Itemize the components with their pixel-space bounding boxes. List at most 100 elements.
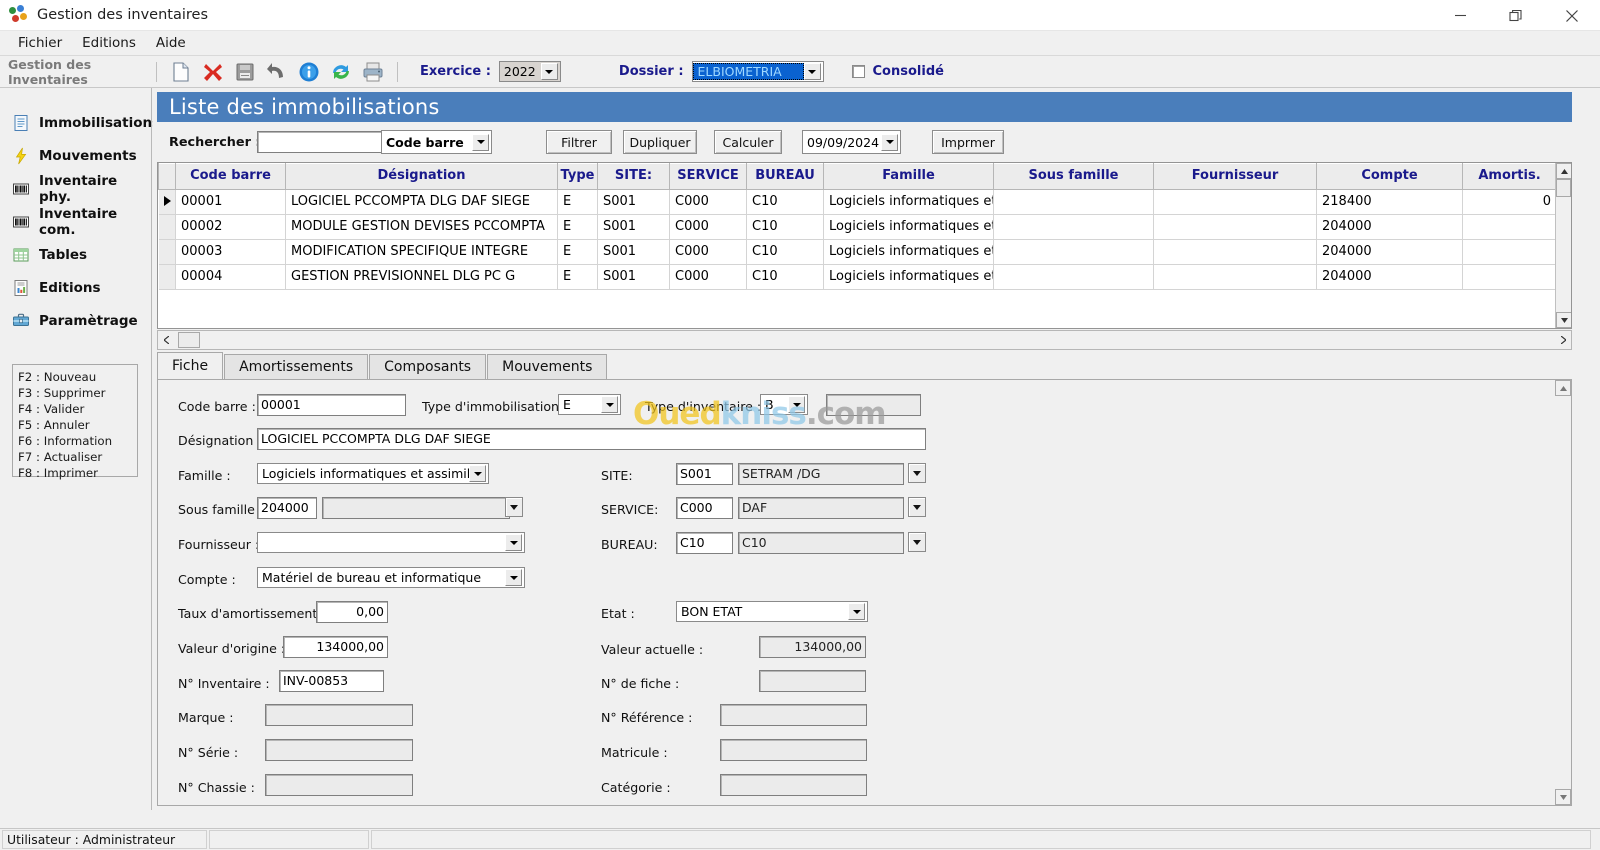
tab-amortissements[interactable]: Amortissements [224,354,369,379]
chevron-down-icon[interactable] [848,603,865,620]
menu-editions[interactable]: Editions [72,33,146,53]
scroll-down-arrow-icon[interactable] [1556,312,1571,328]
marque-input[interactable] [265,704,413,726]
undo-arrow-icon[interactable] [265,60,289,84]
grid-horizontal-scrollbar[interactable] [157,330,1572,350]
matricule-input[interactable] [720,739,867,761]
sidebar-item-inventaire-com[interactable]: Inventaire com. [0,205,151,238]
chevron-down-icon[interactable] [881,133,898,151]
calculer-button[interactable]: Calculer [714,130,782,154]
tab-mouvements[interactable]: Mouvements [487,354,608,379]
refresh-icon[interactable] [329,60,353,84]
service-picker-button[interactable] [908,497,926,517]
valeur-origine-input[interactable]: 134000,00 [283,636,388,658]
information-icon[interactable] [297,60,321,84]
tab-composants[interactable]: Composants [369,354,487,379]
sous-famille-code-input[interactable]: 204000 [257,497,317,519]
tab-fiche[interactable]: Fiche [157,352,224,379]
bureau-text-input[interactable]: C10 [738,532,904,554]
type-inventaire-select[interactable]: B [760,394,808,415]
menu-fichier[interactable]: Fichier [8,33,72,53]
table-row[interactable]: 00001 LOGICIEL PCCOMPTA DLG DAF SIEGE E … [158,189,1557,215]
date-select[interactable]: 09/09/2024 [802,130,901,154]
form-vertical-scrollbar[interactable] [1555,380,1571,805]
scroll-down-arrow-icon[interactable] [1555,789,1571,805]
compte-select[interactable]: Matériel de bureau et informatique [257,567,525,588]
col-amortis[interactable]: Amortis. [1462,163,1557,190]
num-serie-input[interactable] [265,739,413,761]
grid-vertical-scrollbar[interactable] [1555,163,1571,328]
hscroll-thumb[interactable] [178,332,200,348]
num-inventaire-input[interactable]: INV-00853 [279,670,384,692]
site-text-input[interactable]: SETRAM /DG [738,463,904,485]
col-designation[interactable]: Désignation [285,163,558,190]
chevron-down-icon[interactable] [788,396,805,413]
dupliquer-button[interactable]: Dupliquer [623,130,697,154]
taux-amortissement-input[interactable]: 0,00 [316,601,388,623]
num-fiche-input[interactable] [759,670,866,692]
chevron-down-icon[interactable] [803,63,821,80]
grid-scroll-thumb[interactable] [1556,179,1571,197]
search-field-select[interactable]: Code barre [381,130,492,154]
restore-button[interactable] [1488,0,1544,31]
chevron-down-icon[interactable] [540,63,558,80]
exercice-select[interactable]: 2022 [498,61,561,82]
sous-famille-text-input[interactable] [322,497,510,519]
sidebar-item-inventaire-phy[interactable]: Inventaire phy. [0,172,151,205]
type-immobilisation-select[interactable]: E [558,394,621,415]
num-reference-input[interactable] [720,704,867,726]
code-barre-input[interactable]: 00001 [257,394,406,416]
extra-field-input[interactable] [826,394,921,416]
minimize-button[interactable] [1432,0,1488,31]
close-button[interactable] [1544,0,1600,31]
col-fournisseur[interactable]: Fournisseur [1153,163,1317,190]
bureau-code-input[interactable]: C10 [676,532,733,554]
print-icon[interactable] [361,60,385,84]
col-type[interactable]: Type [557,163,598,190]
categorie-input[interactable] [720,774,867,796]
designation-input[interactable]: LOGICIEL PCCOMPTA DLG DAF SIEGE [257,428,926,450]
chevron-down-icon[interactable] [505,569,522,586]
col-site[interactable]: SITE: [597,163,670,190]
scroll-up-arrow-icon[interactable] [1555,380,1571,396]
col-service[interactable]: SERVICE [669,163,747,190]
scroll-right-arrow-icon[interactable] [1555,331,1571,349]
sidebar-item-immobilisations[interactable]: Immobilisations [0,106,160,139]
imprimer-button[interactable]: Imprmer [932,130,1004,154]
table-row[interactable]: 00004 GESTION PREVISIONNEL DLG PC G E S0… [158,264,1557,290]
chevron-down-icon[interactable] [505,534,522,551]
col-bureau[interactable]: BUREAU [746,163,824,190]
scroll-up-arrow-icon[interactable] [1556,163,1571,179]
search-input[interactable] [257,131,391,153]
dossier-select[interactable]: ELBIOMETRIA [691,61,824,82]
bureau-picker-button[interactable] [908,532,926,552]
sidebar-item-editions[interactable]: Editions [0,271,151,304]
table-row[interactable]: 00003 MODIFICATION SPECIFIQUE INTEGRE E … [158,239,1557,265]
col-code-barre[interactable]: Code barre [175,163,286,190]
table-row[interactable]: 00002 MODULE GESTION DEVISES PCCOMPTA E … [158,214,1557,240]
chevron-down-icon[interactable] [601,396,618,413]
chevron-down-icon[interactable] [469,465,486,482]
sidebar-item-tables[interactable]: Tables [0,238,151,271]
consolide-checkbox[interactable] [851,65,865,78]
num-chassie-input[interactable] [265,774,413,796]
service-text-input[interactable]: DAF [738,497,904,519]
fournisseur-select[interactable] [257,532,525,553]
sous-famille-picker-button[interactable] [505,497,523,517]
col-sous-famille[interactable]: Sous famille [993,163,1154,190]
scroll-left-arrow-icon[interactable] [158,331,174,349]
famille-select[interactable]: Logiciels informatiques et assimilés . [257,463,489,484]
chevron-down-icon[interactable] [472,133,489,151]
menu-aide[interactable]: Aide [146,33,196,53]
col-compte[interactable]: Compte [1316,163,1463,190]
etat-select[interactable]: BON ETAT [676,601,868,622]
service-code-input[interactable]: C000 [676,497,733,519]
sidebar-item-parametrage[interactable]: Paramètrage [0,304,151,337]
filtrer-button[interactable]: Filtrer [546,130,612,154]
col-famille[interactable]: Famille [823,163,994,190]
save-floppy-icon[interactable] [233,60,257,84]
site-picker-button[interactable] [908,463,926,483]
sidebar-item-mouvements[interactable]: Mouvements [0,139,151,172]
site-code-input[interactable]: S001 [676,463,733,485]
new-document-icon[interactable] [169,60,193,84]
